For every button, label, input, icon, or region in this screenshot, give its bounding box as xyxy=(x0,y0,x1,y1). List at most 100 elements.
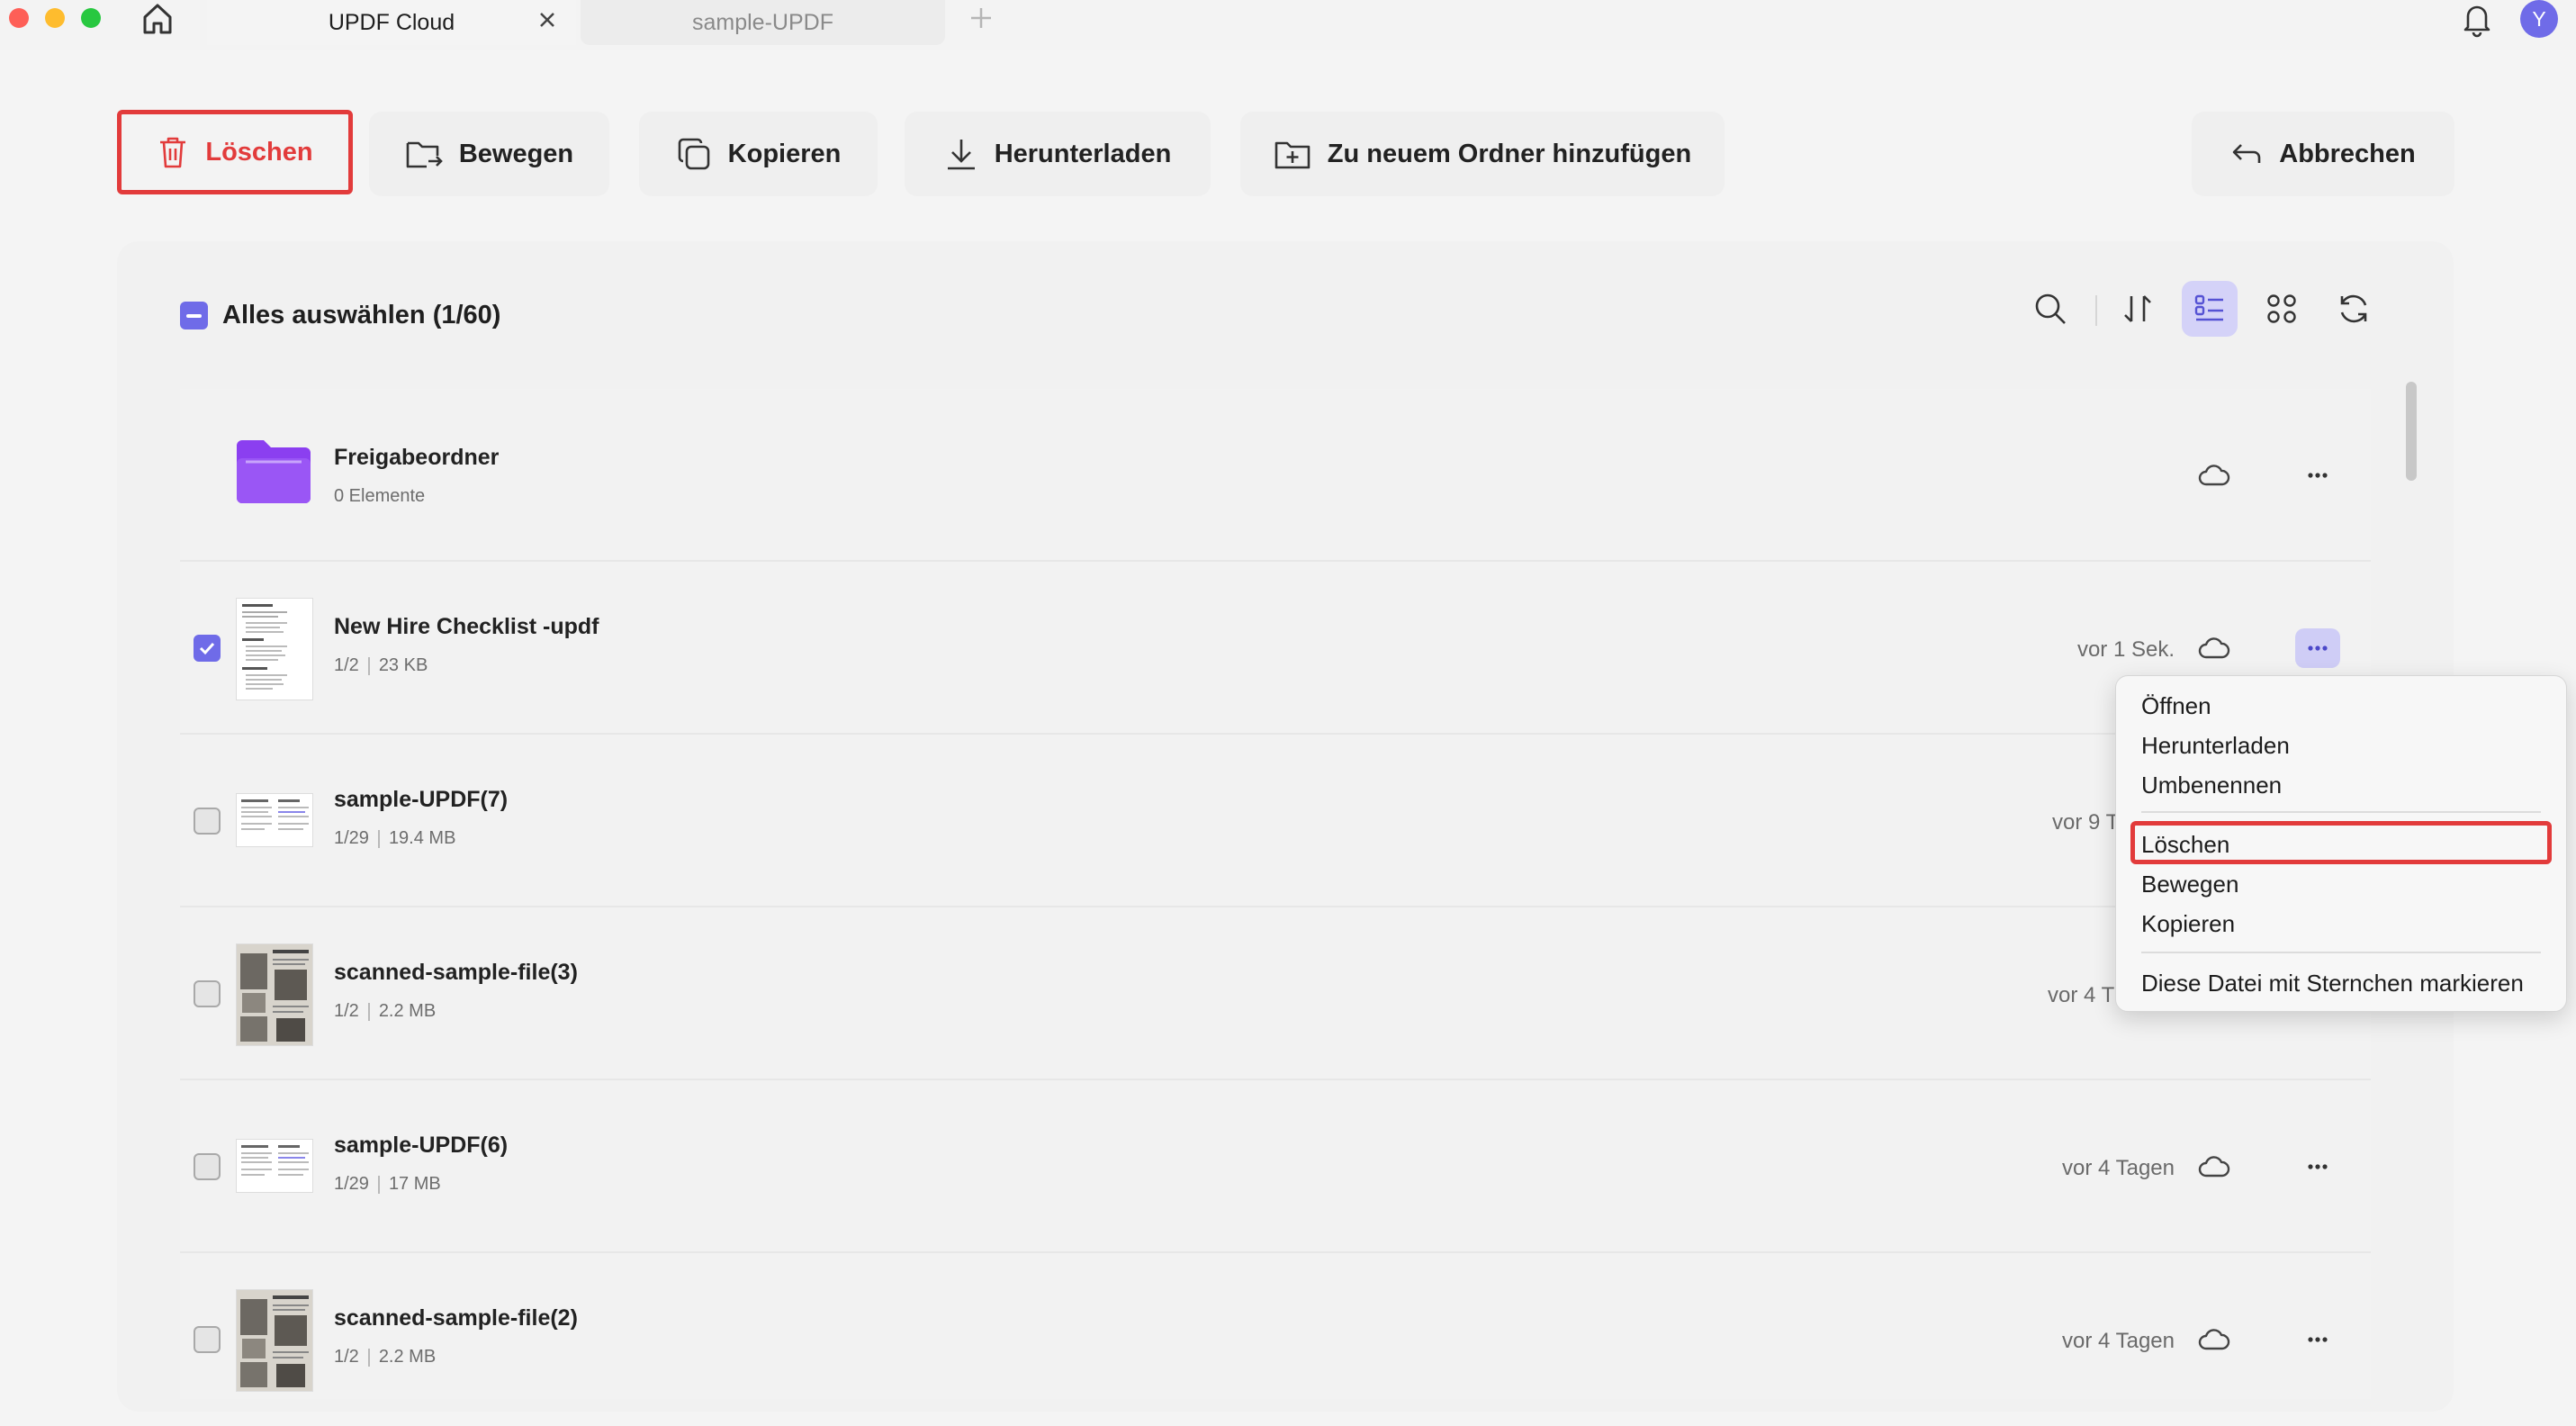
menu-item-star-file[interactable]: Diese Datei mit Sternchen markieren xyxy=(2141,970,2524,997)
file-meta: 1/2 2.2 MB xyxy=(334,1347,436,1367)
copy-label: Kopieren xyxy=(727,139,842,168)
page-count: 1/29 xyxy=(334,1174,369,1194)
file-size: 17 MB xyxy=(388,1174,441,1194)
tab-label: UPDF Cloud xyxy=(328,9,455,35)
context-menu: Öffnen Herunterladen Umbenennen Löschen … xyxy=(2115,675,2567,1012)
more-options-icon[interactable] xyxy=(2295,1147,2340,1187)
user-avatar[interactable]: Y xyxy=(2520,0,2558,38)
cloud-icon[interactable] xyxy=(2196,634,2232,663)
refresh-icon[interactable] xyxy=(2326,281,2382,337)
row-checkbox[interactable] xyxy=(194,635,221,662)
menu-item-copy[interactable]: Kopieren xyxy=(2141,910,2235,938)
select-all-control[interactable]: Alles auswählen (1/60) xyxy=(180,301,500,330)
cloud-icon[interactable] xyxy=(2196,1325,2232,1354)
file-meta: 0 Elemente xyxy=(334,486,425,507)
copy-icon xyxy=(676,136,712,172)
file-thumbnail xyxy=(236,1289,313,1392)
file-meta: 1/2 23 KB xyxy=(334,655,428,676)
row-checkbox[interactable] xyxy=(194,808,221,835)
tab-label: sample-UPDF xyxy=(692,9,833,35)
list-item[interactable]: Freigabeordner 0 Elemente xyxy=(180,389,2371,562)
file-list: Freigabeordner 0 Elemente New Hire Check… xyxy=(180,389,2371,1399)
file-name: scanned-sample-file(2) xyxy=(334,1305,578,1331)
select-all-label: Alles auswählen (1/60) xyxy=(222,301,501,329)
menu-item-move[interactable]: Bewegen xyxy=(2141,871,2238,898)
tab-sample-updf[interactable]: sample-UPDF xyxy=(581,0,945,45)
list-view-icon[interactable] xyxy=(2182,281,2238,337)
download-button[interactable]: Herunterladen xyxy=(905,112,1211,196)
window-minimize-button[interactable] xyxy=(45,8,65,28)
trash-icon xyxy=(157,134,189,170)
cancel-label: Abbrechen xyxy=(2279,139,2416,168)
list-item[interactable]: scanned-sample-file(3) 1/2 2.2 MB vor 4 T xyxy=(180,907,2371,1080)
file-thumbnail xyxy=(236,598,313,700)
search-icon[interactable] xyxy=(2022,281,2078,337)
cloud-icon[interactable] xyxy=(2196,461,2232,490)
file-name: New Hire Checklist -updf xyxy=(334,614,599,639)
file-size: 2.2 MB xyxy=(378,1001,437,1021)
notification-bell-icon[interactable] xyxy=(2459,0,2495,38)
close-tab-icon[interactable] xyxy=(531,4,563,36)
home-icon[interactable] xyxy=(139,0,176,38)
page-count: 1/2 xyxy=(334,1001,359,1021)
file-name: scanned-sample-file(3) xyxy=(334,960,578,985)
delete-label: Löschen xyxy=(205,137,313,167)
grid-view-icon[interactable] xyxy=(2254,281,2310,337)
row-checkbox[interactable] xyxy=(194,980,221,1007)
modified-time: vor 4 Tagen xyxy=(2062,1156,2175,1180)
file-name: Freigabeordner xyxy=(334,445,500,470)
file-meta: 1/2 2.2 MB xyxy=(334,1001,436,1022)
row-checkbox[interactable] xyxy=(194,1326,221,1353)
tab-updf-cloud[interactable]: UPDF Cloud xyxy=(207,0,576,45)
cancel-button[interactable]: Abbrechen xyxy=(2192,112,2454,196)
select-all-checkbox[interactable] xyxy=(180,302,208,329)
sort-icon[interactable] xyxy=(2110,281,2166,337)
list-item[interactable]: scanned-sample-file(2) 1/2 2.2 MB vor 4 T… xyxy=(180,1253,2371,1426)
file-size: 19.4 MB xyxy=(388,828,456,848)
download-label: Herunterladen xyxy=(994,139,1172,168)
list-item[interactable]: sample-UPDF(6) 1/29 17 MB vor 4 Tagen xyxy=(180,1080,2371,1253)
move-button[interactable]: Bewegen xyxy=(369,112,609,196)
folder-icon xyxy=(237,438,311,503)
add-to-new-folder-button[interactable]: Zu neuem Ordner hinzufügen xyxy=(1240,112,1725,196)
more-options-icon[interactable] xyxy=(2295,628,2340,668)
modified-time: vor 4 T xyxy=(2048,983,2115,1007)
window-zoom-button[interactable] xyxy=(81,8,101,28)
copy-button[interactable]: Kopieren xyxy=(639,112,878,196)
file-size: 2.2 MB xyxy=(378,1347,437,1367)
file-size: 23 KB xyxy=(378,655,428,675)
toolbar-divider xyxy=(2095,295,2097,326)
menu-item-delete[interactable]: Löschen xyxy=(2141,831,2229,859)
menu-item-rename[interactable]: Umbenennen xyxy=(2141,772,2282,799)
file-meta: 1/29 19.4 MB xyxy=(334,828,455,849)
page-count: 1/2 xyxy=(334,1347,359,1367)
move-folder-icon xyxy=(405,136,443,172)
item-count: 0 Elemente xyxy=(334,486,426,506)
delete-button[interactable]: Löschen xyxy=(117,110,353,194)
new-tab-plus-icon[interactable] xyxy=(967,4,995,32)
list-item[interactable]: New Hire Checklist -updf 1/2 23 KB vor 1 … xyxy=(180,562,2371,735)
move-label: Bewegen xyxy=(458,139,574,168)
modified-time: vor 9 T xyxy=(2052,810,2120,835)
file-meta: 1/29 17 MB xyxy=(334,1174,441,1195)
menu-separator xyxy=(2141,952,2541,953)
more-options-icon[interactable] xyxy=(2295,1320,2340,1359)
page-count: 1/2 xyxy=(334,655,359,675)
list-item[interactable]: sample-UPDF(7) 1/29 19.4 MB vor 9 T xyxy=(180,735,2371,907)
file-name: sample-UPDF(7) xyxy=(334,787,509,812)
avatar-initial: Y xyxy=(2532,6,2546,31)
cloud-icon[interactable] xyxy=(2196,1152,2232,1181)
more-options-icon[interactable] xyxy=(2295,456,2340,495)
window-close-button[interactable] xyxy=(9,8,29,28)
file-thumbnail xyxy=(236,943,313,1046)
menu-separator xyxy=(2141,811,2541,813)
scrollbar-thumb[interactable] xyxy=(2406,382,2417,481)
row-checkbox[interactable] xyxy=(194,1153,221,1180)
file-thumbnail xyxy=(236,1139,313,1193)
modified-time: vor 1 Sek. xyxy=(2076,637,2175,662)
return-arrow-icon xyxy=(2230,140,2263,168)
menu-item-download[interactable]: Herunterladen xyxy=(2141,732,2290,760)
add-folder-label: Zu neuem Ordner hinzufügen xyxy=(1327,139,1692,168)
page-count: 1/29 xyxy=(334,828,369,848)
menu-item-open[interactable]: Öffnen xyxy=(2141,692,2211,720)
